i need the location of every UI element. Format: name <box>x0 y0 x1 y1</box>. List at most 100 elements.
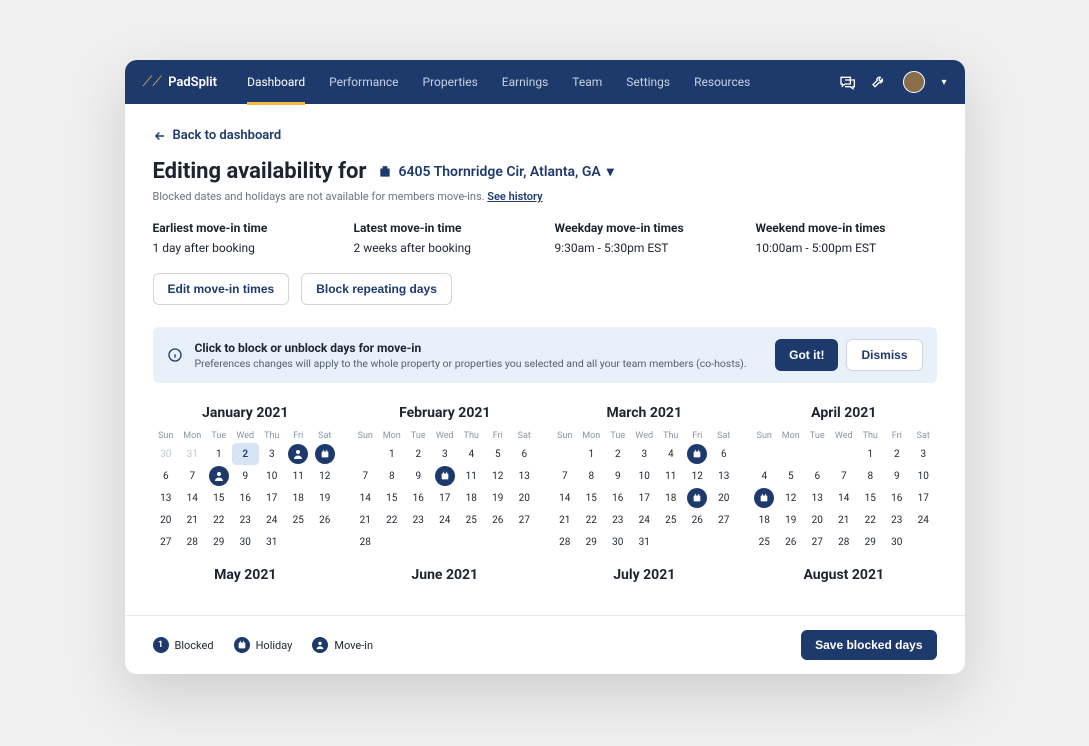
calendar-day[interactable]: 25 <box>751 531 778 553</box>
calendar-day[interactable]: 7 <box>352 465 379 487</box>
calendar-day[interactable]: 16 <box>232 487 259 509</box>
calendar-day[interactable]: 1 <box>857 443 884 465</box>
chevron-down-icon[interactable]: ▾ <box>941 77 946 88</box>
calendar-day[interactable]: 7 <box>831 465 858 487</box>
calendar-day[interactable]: 24 <box>432 509 459 531</box>
calendar-day[interactable]: 2 <box>605 443 632 465</box>
calendar-day[interactable]: 7 <box>552 465 579 487</box>
calendar-day-prev-month[interactable]: 30 <box>153 443 180 465</box>
calendar-day[interactable]: 19 <box>485 487 512 509</box>
calendar-day[interactable]: 21 <box>831 509 858 531</box>
calendar-day[interactable]: 22 <box>379 509 406 531</box>
calendar-day[interactable]: 20 <box>711 487 738 509</box>
save-blocked-days-button[interactable]: Save blocked days <box>801 630 936 660</box>
calendar-day[interactable]: 16 <box>884 487 911 509</box>
calendar-day[interactable]: 17 <box>259 487 286 509</box>
dismiss-button[interactable]: Dismiss <box>846 339 922 371</box>
calendar-day[interactable]: 26 <box>778 531 805 553</box>
calendar-day[interactable]: 30 <box>884 531 911 553</box>
calendar-day[interactable]: 16 <box>605 487 632 509</box>
calendar-day[interactable]: 11 <box>458 465 485 487</box>
calendar-day[interactable]: 18 <box>658 487 685 509</box>
calendar-day[interactable]: 25 <box>285 509 312 531</box>
calendar-day[interactable]: 17 <box>910 487 937 509</box>
calendar-day[interactable]: 29 <box>578 531 605 553</box>
calendar-day[interactable]: 29 <box>857 531 884 553</box>
nav-performance[interactable]: Performance <box>329 61 398 103</box>
calendar-day[interactable]: 28 <box>352 531 379 553</box>
back-to-dashboard[interactable]: Back to dashboard <box>153 128 937 143</box>
calendar-day[interactable]: 2 <box>405 443 432 465</box>
calendar-day[interactable]: 23 <box>884 509 911 531</box>
calendar-day[interactable]: 23 <box>605 509 632 531</box>
calendar-day[interactable]: 12 <box>485 465 512 487</box>
calendar-day[interactable]: 9 <box>232 465 259 487</box>
calendar-day[interactable] <box>687 488 707 508</box>
calendar-day[interactable] <box>687 444 707 464</box>
calendar-day[interactable]: 10 <box>910 465 937 487</box>
calendar-day[interactable] <box>435 466 455 486</box>
calendar-day[interactable]: 8 <box>379 465 406 487</box>
calendar-day[interactable]: 8 <box>857 465 884 487</box>
calendar-day[interactable]: 24 <box>631 509 658 531</box>
calendar-day[interactable]: 14 <box>831 487 858 509</box>
calendar-day[interactable]: 9 <box>405 465 432 487</box>
calendar-day[interactable]: 27 <box>711 509 738 531</box>
calendar-day[interactable]: 17 <box>631 487 658 509</box>
calendar-day[interactable]: 27 <box>511 509 538 531</box>
calendar-day[interactable]: 13 <box>711 465 738 487</box>
nav-settings[interactable]: Settings <box>626 61 670 103</box>
calendar-day[interactable]: 17 <box>432 487 459 509</box>
calendar-day[interactable]: 6 <box>711 443 738 465</box>
calendar-day[interactable]: 16 <box>405 487 432 509</box>
calendar-day[interactable]: 5 <box>778 465 805 487</box>
calendar-day[interactable]: 27 <box>804 531 831 553</box>
got-it-button[interactable]: Got it! <box>775 339 838 371</box>
avatar[interactable] <box>903 71 925 93</box>
calendar-day[interactable]: 10 <box>259 465 286 487</box>
calendar-day[interactable]: 26 <box>684 509 711 531</box>
calendar-day[interactable]: 4 <box>458 443 485 465</box>
calendar-day[interactable]: 2 <box>884 443 911 465</box>
calendar-day[interactable]: 30 <box>232 531 259 553</box>
calendar-day[interactable]: 30 <box>605 531 632 553</box>
calendar-day[interactable]: 28 <box>552 531 579 553</box>
calendar-day[interactable]: 15 <box>379 487 406 509</box>
calendar-day[interactable]: 13 <box>511 465 538 487</box>
calendar-day[interactable]: 25 <box>658 509 685 531</box>
calendar-day[interactable]: 8 <box>578 465 605 487</box>
calendar-day[interactable]: 21 <box>552 509 579 531</box>
calendar-day[interactable]: 3 <box>432 443 459 465</box>
calendar-day[interactable]: 20 <box>153 509 180 531</box>
edit-move-in-button[interactable]: Edit move-in times <box>153 273 290 305</box>
calendar-day[interactable]: 5 <box>485 443 512 465</box>
calendar-day[interactable]: 20 <box>804 509 831 531</box>
calendar-day[interactable] <box>209 466 229 486</box>
calendar-day[interactable]: 7 <box>179 465 206 487</box>
calendar-day[interactable]: 4 <box>751 465 778 487</box>
calendar-day[interactable]: 19 <box>778 509 805 531</box>
calendar-day[interactable]: 12 <box>778 487 805 509</box>
block-repeating-button[interactable]: Block repeating days <box>301 273 452 305</box>
calendar-day[interactable]: 1 <box>379 443 406 465</box>
calendar-day[interactable]: 23 <box>405 509 432 531</box>
calendar-day[interactable]: 10 <box>631 465 658 487</box>
calendar-day[interactable]: 22 <box>578 509 605 531</box>
calendar-day[interactable]: 26 <box>312 509 339 531</box>
calendar-day[interactable]: 13 <box>153 487 180 509</box>
calendar-day[interactable]: 21 <box>352 509 379 531</box>
calendar-day[interactable] <box>754 488 774 508</box>
calendar-day[interactable]: 15 <box>206 487 233 509</box>
calendar-day[interactable]: 20 <box>511 487 538 509</box>
calendar-day[interactable]: 24 <box>910 509 937 531</box>
calendar-day[interactable]: 31 <box>259 531 286 553</box>
calendar-day[interactable] <box>288 444 308 464</box>
calendar-day[interactable]: 12 <box>312 465 339 487</box>
calendar-day[interactable]: 2 <box>232 443 259 465</box>
calendar-day[interactable]: 18 <box>285 487 312 509</box>
calendar-day[interactable]: 28 <box>179 531 206 553</box>
wrench-icon[interactable] <box>871 74 887 90</box>
calendar-day[interactable]: 15 <box>578 487 605 509</box>
calendar-day[interactable]: 12 <box>684 465 711 487</box>
calendar-day[interactable]: 26 <box>485 509 512 531</box>
